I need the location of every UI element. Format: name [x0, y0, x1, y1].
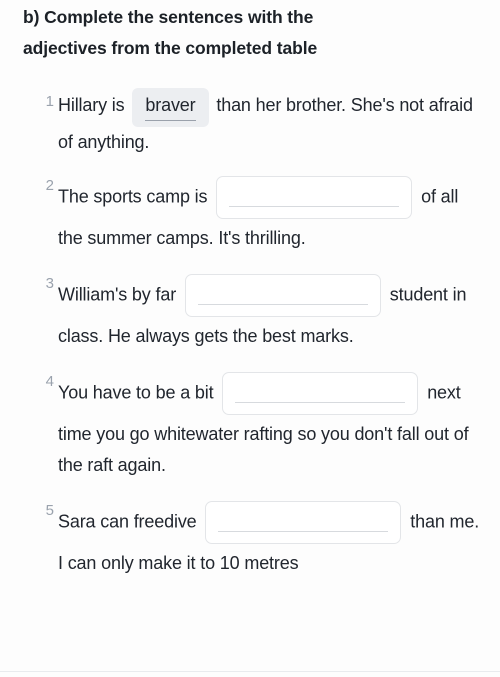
question-body: The sports camp is of all the summer cam…	[58, 172, 482, 254]
question-item: 3 William's by far student in class. He …	[0, 270, 500, 352]
question-text-before: Hillary is	[58, 95, 125, 115]
question-text-before: The sports camp is	[58, 186, 208, 207]
question-number: 5	[45, 502, 54, 519]
answer-blank-input[interactable]	[205, 501, 402, 544]
question-item: 5 Sara can freedive than me. I can only …	[0, 497, 500, 579]
question-item: 4 You have to be a bit next time you go …	[0, 368, 500, 481]
exercise-heading-line-1: b) Complete the sentences with the	[23, 7, 314, 27]
answer-blank-input[interactable]	[222, 372, 419, 415]
worksheet-page: b) Complete the sentences with the adjec…	[0, 0, 500, 677]
question-item: 1 Hillary is braver than her brother. Sh…	[0, 88, 500, 158]
answer-blank-input[interactable]	[184, 274, 381, 317]
question-item: 2 The sports camp is of all the summer c…	[0, 172, 500, 254]
answer-chip-text: braver	[145, 92, 196, 121]
question-number: 3	[45, 275, 54, 292]
question-number: 1	[45, 93, 54, 110]
question-text-before: William's by far	[58, 284, 177, 305]
exercise-heading: b) Complete the sentences with the adjec…	[23, 2, 463, 64]
question-text-before: Sara can freedive	[58, 511, 197, 532]
question-body: Hillary is braver than her brother. She'…	[58, 88, 482, 158]
answer-blank-input[interactable]	[216, 176, 413, 219]
answer-chip-filled[interactable]: braver	[132, 88, 209, 127]
question-text-before: You have to be a bit	[58, 382, 214, 403]
question-list: 1 Hillary is braver than her brother. Sh…	[0, 88, 500, 579]
question-body: You have to be a bit next time you go wh…	[58, 368, 482, 481]
question-body: William's by far student in class. He al…	[58, 270, 482, 352]
page-bottom-divider	[0, 671, 500, 672]
question-number: 2	[45, 177, 54, 194]
question-number: 4	[45, 373, 54, 390]
exercise-heading-line-2: adjectives from the completed table	[23, 38, 318, 58]
question-body: Sara can freedive than me. I can only ma…	[58, 497, 482, 579]
